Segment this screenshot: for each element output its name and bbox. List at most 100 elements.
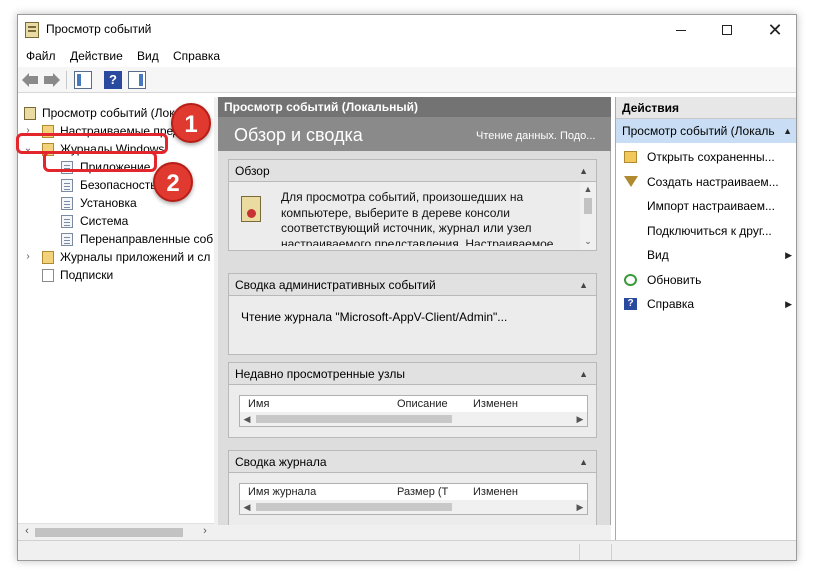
action-pane-icon[interactable]: [128, 71, 146, 89]
admin-summary-text: Чтение журнала "Microsoft-AppV-Client/Ad…: [241, 310, 508, 324]
overview-vertical-scrollbar[interactable]: ▲ ⌄: [580, 182, 596, 250]
recent-nodes-section: Недавно просмотренные узлы ▲ Имя Описани…: [228, 362, 597, 438]
action-label: Создать настраиваем...: [647, 174, 779, 189]
submenu-arrow-icon: ▶: [785, 250, 792, 260]
help-icon[interactable]: ?: [104, 71, 122, 89]
tree-item-label: Перенаправленные соб: [80, 232, 214, 246]
subscriptions-icon: [42, 269, 54, 282]
log-summary-header[interactable]: Сводка журнала ▲: [229, 451, 596, 473]
collapse-caret-icon[interactable]: ▲: [783, 119, 792, 143]
collapse-caret-icon[interactable]: ▲: [579, 160, 588, 182]
event-viewer-icon: [25, 22, 39, 38]
admin-summary-header[interactable]: Сводка административных событий ▲: [229, 274, 596, 296]
actions-group-label: Просмотр событий (Локаль: [622, 124, 775, 138]
scroll-thumb[interactable]: [256, 415, 452, 423]
action-label: Открыть сохраненны...: [647, 150, 775, 164]
tree-item-label: Безопасность: [80, 178, 157, 192]
admin-summary-body: Чтение журнала "Microsoft-AppV-Client/Ad…: [229, 296, 596, 354]
action-connect-to-computer[interactable]: Подключиться к друг...: [616, 219, 796, 244]
scroll-left-icon[interactable]: ◀: [240, 412, 254, 426]
overview-section: Обзор ▲ Для просмотра событий, произошед…: [228, 159, 597, 251]
column-header-size[interactable]: Размер (Т: [397, 486, 448, 498]
menu-help[interactable]: Справка: [173, 49, 220, 63]
scroll-right-icon[interactable]: ▶: [573, 500, 587, 514]
scroll-left-icon[interactable]: ‹: [20, 525, 34, 537]
event-viewer-window: Просмотр событий ✕ Файл Действие Вид Спр…: [17, 14, 797, 561]
filter-icon: [624, 175, 638, 187]
tree-item-system[interactable]: Система: [18, 212, 214, 230]
help-icon: ?: [624, 298, 637, 310]
overview-body: Для просмотра событий, произошедших на к…: [229, 182, 596, 250]
open-folder-icon: [624, 151, 637, 163]
event-log-icon: [241, 196, 261, 222]
action-view[interactable]: Вид ▶: [616, 243, 796, 268]
column-header-log-name[interactable]: Имя журнала: [248, 486, 316, 498]
overview-section-header[interactable]: Обзор ▲: [229, 160, 596, 182]
action-open-saved-log[interactable]: Открыть сохраненны...: [616, 145, 796, 170]
tree-item-app-service-logs[interactable]: › Журналы приложений и сл: [18, 248, 214, 266]
minimize-icon: [676, 29, 686, 31]
scroll-thumb[interactable]: [256, 503, 452, 511]
window-title: Просмотр событий: [46, 22, 152, 36]
action-import-custom-view[interactable]: Импорт настраиваем...: [616, 194, 796, 219]
minimize-button[interactable]: [658, 15, 704, 45]
section-title: Сводка журнала: [235, 455, 327, 469]
scroll-thumb[interactable]: [584, 198, 592, 214]
expand-icon[interactable]: ›: [22, 248, 34, 266]
action-help[interactable]: ? Справка ▶: [616, 292, 796, 317]
overview-banner: Обзор и сводка Чтение данных. Подо...: [218, 117, 611, 151]
column-header-modified[interactable]: Изменен: [473, 486, 518, 498]
scroll-up-icon[interactable]: ▲: [580, 184, 596, 194]
status-divider: [611, 544, 612, 560]
log-icon: [61, 197, 73, 210]
scroll-left-icon[interactable]: ◀: [240, 500, 254, 514]
loading-status: Чтение данных. Подо...: [476, 130, 596, 142]
back-arrow-icon[interactable]: [22, 71, 40, 89]
collapse-caret-icon[interactable]: ▲: [579, 274, 588, 296]
maximize-button[interactable]: [704, 15, 750, 45]
tree-item-label: Журналы приложений и сл: [60, 250, 211, 264]
grid-horizontal-scrollbar[interactable]: ◀ ▶: [240, 500, 587, 514]
forward-arrow-icon[interactable]: [42, 71, 60, 89]
tree-item-label: Подписки: [60, 268, 114, 282]
scroll-down-icon[interactable]: ⌄: [580, 236, 596, 247]
admin-summary-section: Сводка административных событий ▲ Чтение…: [228, 273, 597, 355]
tree-horizontal-scrollbar[interactable]: ‹ ›: [18, 523, 214, 540]
tree-item-forwarded-events[interactable]: Перенаправленные соб: [18, 230, 214, 248]
grid-horizontal-scrollbar[interactable]: ◀ ▶: [240, 412, 587, 426]
action-create-custom-view[interactable]: Создать настраиваем...: [616, 170, 796, 195]
action-label: Обновить: [647, 272, 702, 287]
toolbar: ?: [18, 67, 796, 93]
highlight-application: [43, 151, 157, 172]
scroll-right-icon[interactable]: ›: [198, 525, 212, 537]
menu-file[interactable]: Файл: [26, 49, 56, 63]
center-pane-bottom-bar: [218, 525, 611, 540]
log-icon: [61, 179, 73, 192]
folder-icon: [42, 251, 54, 264]
collapse-caret-icon[interactable]: ▲: [579, 363, 588, 385]
column-header-modified[interactable]: Изменен: [473, 398, 518, 410]
scroll-right-icon[interactable]: ▶: [573, 412, 587, 426]
console-tree-icon[interactable]: [74, 71, 92, 89]
log-summary-section: Сводка журнала ▲ Имя журнала Размер (Т И…: [228, 450, 597, 526]
log-summary-grid[interactable]: Имя журнала Размер (Т Изменен ◀ ▶: [239, 483, 588, 515]
action-label: Справка: [647, 297, 695, 311]
section-title: Сводка административных событий: [235, 278, 436, 292]
action-refresh[interactable]: Обновить: [616, 268, 796, 293]
menu-action[interactable]: Действие: [70, 49, 123, 63]
log-icon: [61, 233, 73, 246]
scroll-thumb[interactable]: [35, 528, 183, 537]
title-bar: Просмотр событий ✕: [18, 15, 796, 45]
column-header-description[interactable]: Описание: [397, 398, 448, 410]
tree-item-subscriptions[interactable]: Подписки: [18, 266, 214, 284]
recent-nodes-grid[interactable]: Имя Описание Изменен ◀ ▶: [239, 395, 588, 427]
maximize-icon: [722, 25, 732, 36]
recent-nodes-header[interactable]: Недавно просмотренные узлы ▲: [229, 363, 596, 385]
menu-view[interactable]: Вид: [137, 49, 159, 63]
column-header-name[interactable]: Имя: [248, 398, 269, 410]
close-button[interactable]: ✕: [752, 15, 796, 45]
actions-pane: Действия Просмотр событий (Локаль ▲ Откр…: [615, 97, 796, 540]
collapse-caret-icon[interactable]: ▲: [579, 451, 588, 473]
close-icon: ✕: [767, 20, 783, 40]
actions-group-event-viewer[interactable]: Просмотр событий (Локаль ▲: [616, 119, 796, 143]
